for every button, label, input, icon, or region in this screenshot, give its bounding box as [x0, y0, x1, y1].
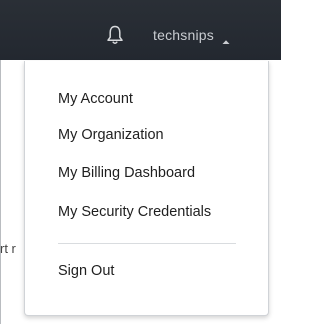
page: techsnips rt r My Account My Organizatio… [0, 0, 281, 324]
sign-out-button[interactable]: Sign Out [58, 263, 114, 279]
caret-up-icon [222, 32, 230, 44]
bell-icon[interactable] [106, 24, 124, 46]
content-left-border [0, 60, 1, 324]
menu-item-my-billing-dashboard[interactable]: My Billing Dashboard [58, 165, 195, 181]
menu-item-my-organization[interactable]: My Organization [58, 127, 164, 143]
menu-divider [58, 243, 236, 244]
user-name: techsnips [153, 27, 214, 43]
background-partial-text: rt r [0, 241, 16, 256]
top-navigation-bar: techsnips [0, 0, 281, 60]
user-menu-toggle[interactable]: techsnips [153, 25, 230, 45]
menu-item-my-account[interactable]: My Account [58, 91, 133, 107]
user-dropdown-menu: My Account My Organization My Billing Da… [24, 61, 269, 316]
menu-item-my-security-credentials[interactable]: My Security Credentials [58, 204, 211, 220]
